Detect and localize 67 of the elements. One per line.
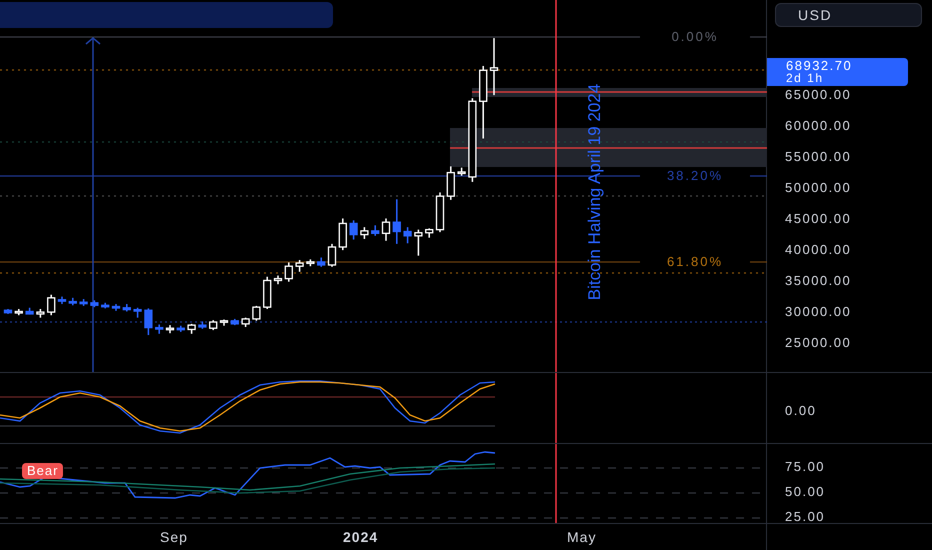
candle [101,302,110,308]
fib-level-label: 61.80% [640,255,750,269]
bar-countdown: 2d 1h [786,72,825,85]
candle [490,38,498,96]
candle [284,262,293,282]
candle [230,318,239,326]
indicator-tick: 25.00 [785,509,826,525]
candle [338,218,347,250]
candle [436,192,444,232]
candle [144,308,153,336]
candle [25,308,34,315]
price-tick: 60000.00 [785,118,852,134]
indicator-tick: 75.00 [785,459,826,475]
candle [187,324,196,334]
price-tick: 50000.00 [785,180,852,196]
price-tick: 45000.00 [785,211,852,227]
price-tick: 65000.00 [785,87,852,103]
candle [220,320,228,326]
signal-tag: Bear [22,463,64,479]
candle [295,260,304,272]
price-tick: 25000.00 [785,335,852,351]
candle [36,309,45,318]
last-price: 68932.70 [786,59,854,72]
candle [414,230,423,256]
candle [274,276,282,284]
time-label: 2024 [343,529,378,545]
candle [360,227,369,239]
candle [317,258,326,267]
candle [263,276,272,309]
candle [425,228,434,238]
candle [155,324,164,334]
candle [241,318,250,327]
candle [68,298,77,306]
candle [403,227,412,244]
fib-level-label: 38.20% [640,169,750,183]
candle [252,306,261,321]
halving-annotation: Bitcoin Halving April 19 2024 [585,84,605,300]
time-label: May [567,529,596,545]
candle [79,299,88,306]
candle [58,296,66,304]
candle [47,294,56,316]
candle [392,199,401,244]
candle [176,326,185,332]
candle [209,320,218,330]
candle [446,166,455,200]
price-tick: 30000.00 [785,304,852,320]
oscillator-tick: 0.00 [785,403,816,419]
candle [371,225,380,236]
fib-level-label: 0.00% [640,30,750,44]
candle [122,304,131,312]
candle [90,300,99,308]
currency-button[interactable]: USD [775,3,922,27]
candle [14,309,23,316]
indicator-tick: 50.00 [785,484,826,500]
candle [133,308,142,318]
candle [306,259,315,266]
candle [4,309,12,314]
candle [198,321,207,329]
time-label: Sep [160,529,188,545]
price-tick: 40000.00 [785,242,852,258]
candle [349,220,358,240]
candle [112,304,120,311]
price-tick: 35000.00 [785,273,852,289]
candle [382,218,390,241]
candle [457,168,466,176]
price-tick: 55000.00 [785,149,852,165]
candle [328,244,336,267]
